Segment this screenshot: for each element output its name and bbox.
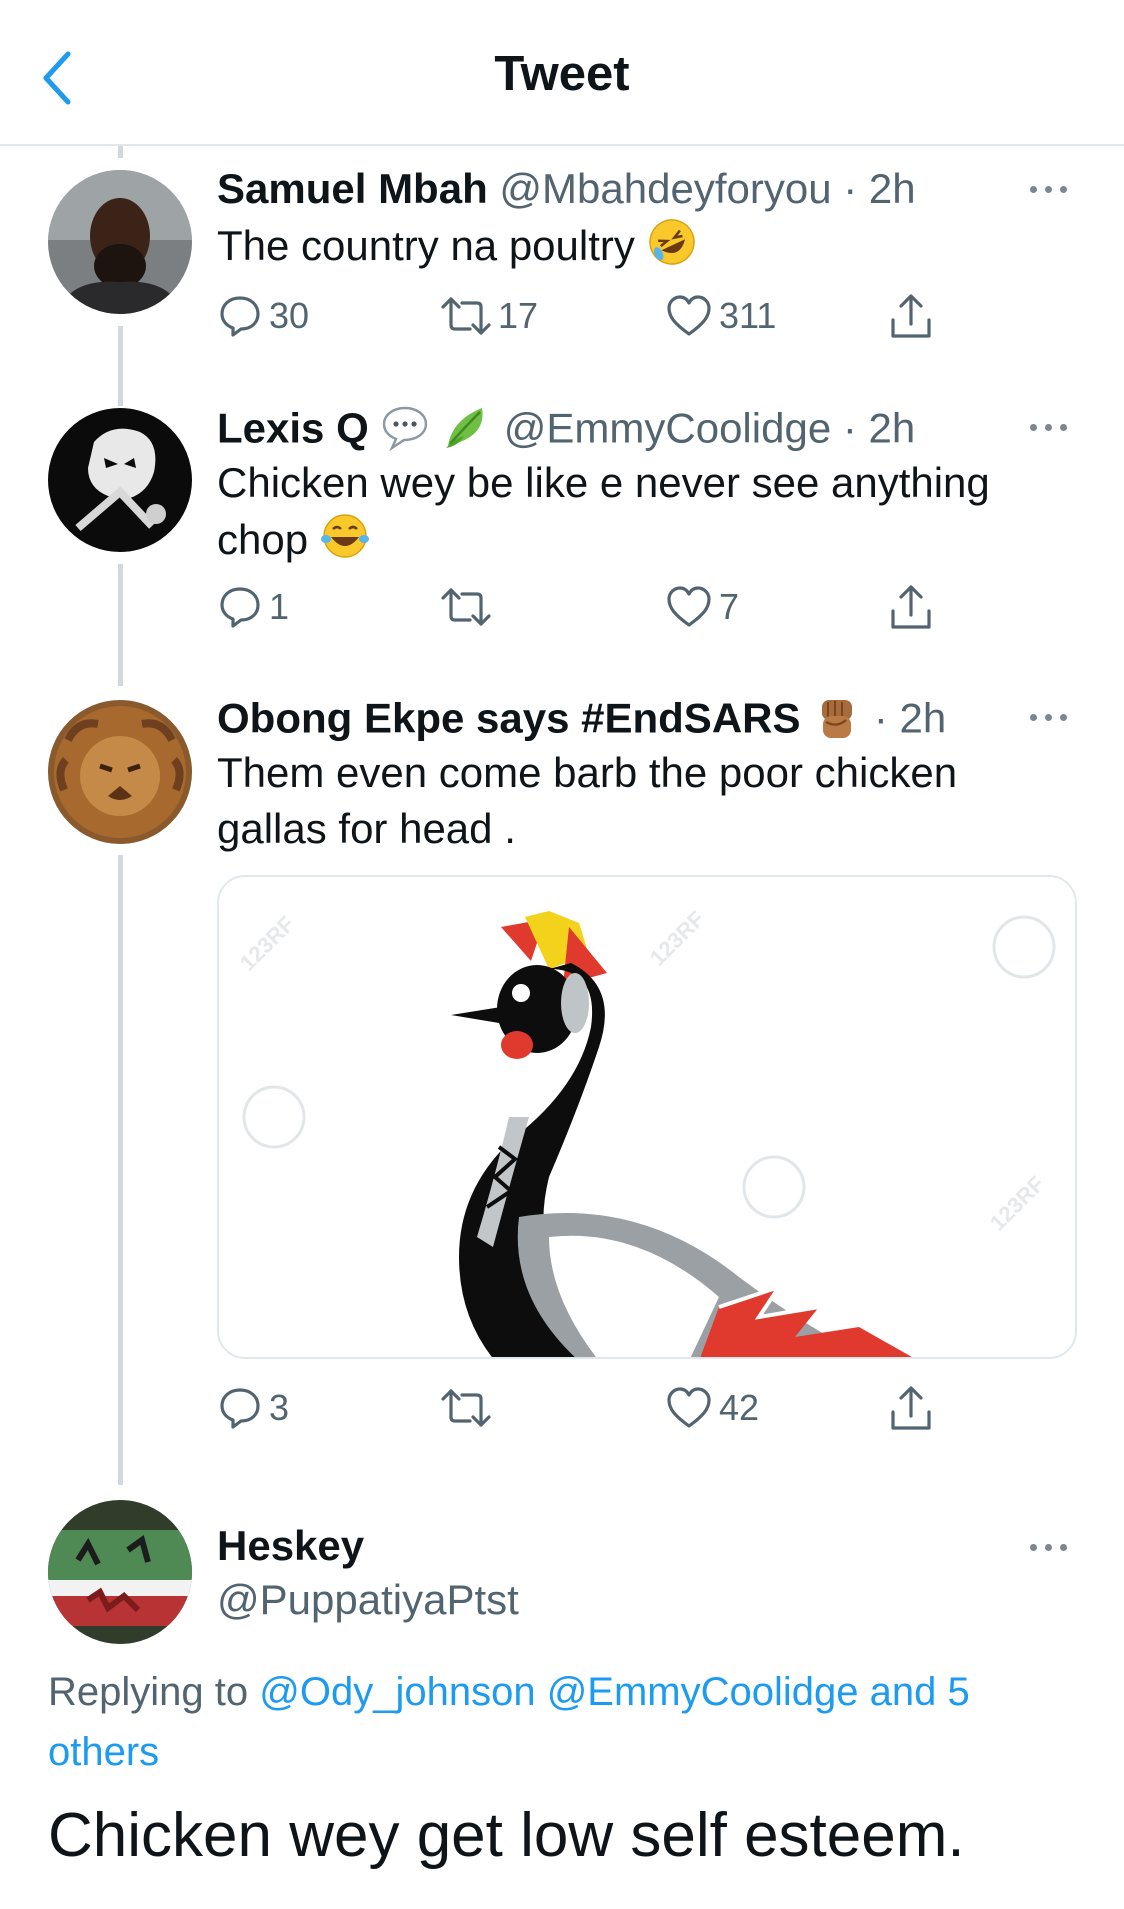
tweet-header: Samuel Mbah @Mbahdeyforyou · 2h [217,165,916,212]
tweet-header: Lexis Q @EmmyCoolidge · 2h [217,402,915,461]
thread-line [118,855,123,1485]
thread-line [118,146,123,158]
thread-line [118,326,123,406]
share-icon [891,1386,931,1430]
top-bar: Tweet [0,0,1124,146]
retweet-button[interactable] [440,1384,498,1432]
comment-icon [220,587,260,628]
avatar[interactable] [48,170,192,314]
tweet-text-content: The country na poultry [217,222,635,270]
retweet-icon [441,1389,491,1427]
reply-button[interactable]: 3 [217,1384,289,1432]
more-options-button[interactable] [1030,1538,1070,1558]
tweet-image[interactable]: 123RF 123RF 123RF [217,875,1077,1359]
more-options-button[interactable] [1030,708,1070,728]
mention-link[interactable]: @Ody_johnson [259,1670,535,1714]
avatar[interactable] [48,408,192,552]
crowned-crane-image: 123RF 123RF 123RF [219,877,1075,1357]
tweet-text: Them even come barb the poor chicken gal… [217,749,958,852]
retweet-button[interactable] [440,583,498,631]
heart-icon [667,1387,711,1428]
heart-icon [667,586,711,627]
reply-count: 30 [269,295,310,336]
share-button[interactable] [888,1384,934,1432]
reply-count: 1 [269,586,290,627]
like-button[interactable]: 42 [665,1384,759,1432]
rofl-emoji [647,217,697,281]
retweet-count: 17 [498,295,539,336]
display-name[interactable]: Lexis Q [217,405,369,452]
username[interactable]: @PuppatiyaPtst [217,1576,519,1624]
share-icon [891,294,931,338]
page-title: Tweet [494,47,630,101]
thread-line [118,564,123,686]
leaf-emoji [442,402,492,461]
share-icon [891,585,931,629]
display-name[interactable]: Heskey [217,1522,364,1570]
mention-link[interactable]: @EmmyCoolidge [547,1670,859,1714]
share-button[interactable] [888,292,934,340]
timestamp[interactable]: · 2h [874,695,946,742]
raised-fist-emoji [812,692,862,751]
timestamp[interactable]: · 2h [843,405,915,452]
display-name[interactable]: Obong Ekpe says #EndSARS [217,695,801,742]
display-name[interactable]: Samuel Mbah [217,165,488,212]
like-count: 7 [719,586,740,627]
timestamp[interactable]: · 2h [843,165,915,212]
more-options-button[interactable] [1030,180,1070,200]
tweet-text: Chicken wey get low self esteem. [48,1801,965,1870]
replying-prefix: Replying to [48,1670,249,1714]
speech-bubble-emoji [380,402,430,461]
retweet-icon [441,297,491,335]
avatar[interactable] [48,700,192,844]
tweet-text: Chicken wey be like e never see anything… [217,455,1047,575]
reply-count: 3 [269,1387,290,1428]
username[interactable]: @EmmyCoolidge [504,405,831,452]
username[interactable]: @Mbahdeyforyou [499,165,831,212]
share-button[interactable] [888,583,934,631]
like-count: 311 [719,295,777,336]
comment-icon [220,296,260,337]
retweet-button[interactable]: 17 [440,292,538,340]
retweet-icon [441,588,491,626]
tweet-header: Obong Ekpe says #EndSARS · 2h [217,692,946,751]
like-button[interactable]: 7 [665,583,739,631]
reply-button[interactable]: 30 [217,292,309,340]
more-options-button[interactable] [1030,418,1070,438]
replying-to: Replying to @Ody_johnson @EmmyCoolidge a… [48,1662,1078,1782]
heart-icon [667,295,711,336]
reply-button[interactable]: 1 [217,583,289,631]
like-count: 42 [719,1387,760,1428]
like-button[interactable]: 311 [665,292,776,340]
tears-of-joy-emoji [320,511,370,575]
comment-icon [220,1388,260,1429]
tweet-text: The country na poultry [217,217,1047,281]
avatar[interactable] [48,1500,192,1644]
